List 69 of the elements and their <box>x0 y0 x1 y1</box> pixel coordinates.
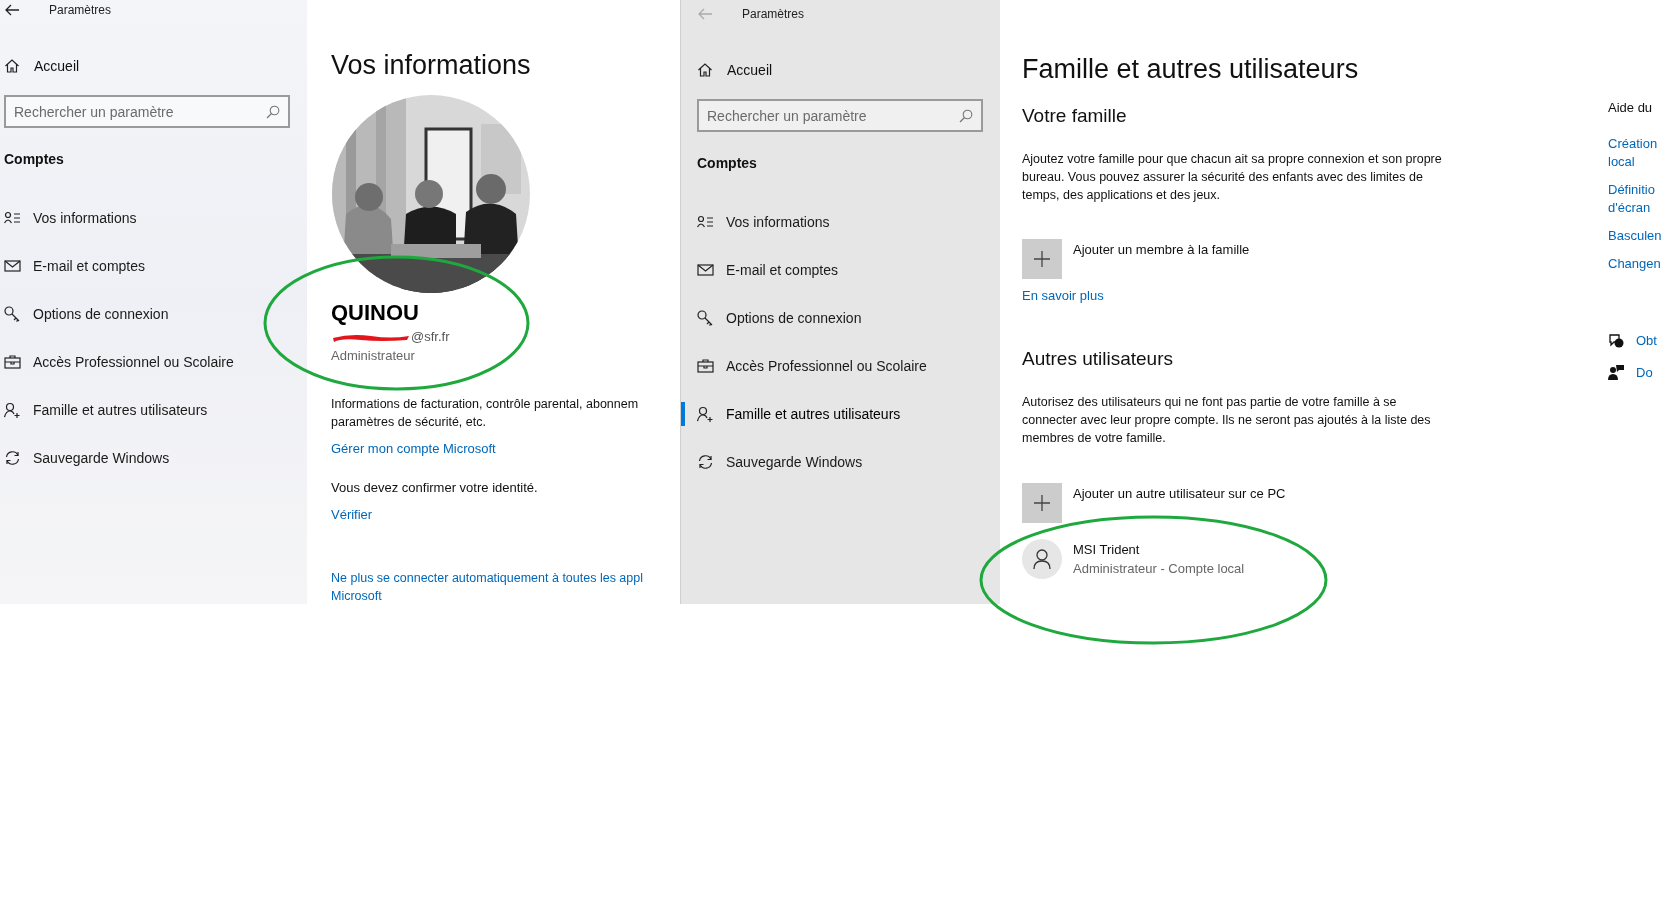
nav-item[interactable]: Vos informations <box>0 194 307 242</box>
add-button[interactable] <box>1022 239 1062 279</box>
help-link[interactable]: Changen <box>1608 255 1661 273</box>
user-entry[interactable]: MSI Trident Administrateur - Compte local <box>1022 539 1608 579</box>
nav-item[interactable]: Accès Professionnel ou Scolaire <box>0 338 307 386</box>
description-text: paramètres de sécurité, etc. <box>331 414 486 431</box>
plus-icon <box>1034 495 1050 511</box>
nav-item[interactable]: Famille et autres utilisateurs <box>0 386 307 434</box>
nav-item[interactable]: E-mail et comptes <box>681 246 1000 294</box>
user-name: MSI Trident <box>1073 541 1141 559</box>
search-field[interactable]: Rechercher un paramètre <box>697 99 983 132</box>
briefcase-icon <box>4 353 21 371</box>
section-heading: Votre famille <box>1022 104 1127 128</box>
link[interactable]: Vérifier <box>331 506 373 524</box>
link[interactable]: Microsoft <box>331 587 382 604</box>
sync-icon <box>697 453 714 471</box>
description-text: Vous devez confirmer votre identité. <box>331 479 538 497</box>
help-heading: Aide du <box>1608 99 1653 117</box>
plus-icon <box>1034 251 1050 267</box>
nav-item[interactable]: Options de connexion <box>0 290 307 338</box>
mail-icon <box>4 257 21 275</box>
link[interactable]: Gérer mon compte Microsoft <box>331 440 496 458</box>
search-icon <box>959 109 973 123</box>
help-action[interactable]: Do <box>1608 362 1669 382</box>
link[interactable]: En savoir plus <box>1022 287 1104 305</box>
account-email: @sfr.fr <box>411 328 450 347</box>
help-link[interactable]: Création local <box>1608 135 1658 171</box>
help-action[interactable]: Obt <box>1608 331 1669 351</box>
person-add-icon <box>4 401 21 419</box>
link[interactable]: Ne plus se connecter automatiquement à toutes les appl <box>331 569 643 587</box>
search-field[interactable]: Rechercher un paramètre <box>4 95 290 128</box>
home-icon <box>4 58 20 74</box>
window-title: Paramètres <box>742 6 805 23</box>
page-title: Vos informations <box>331 49 531 82</box>
window-title: Paramètres <box>49 2 112 19</box>
description-text: Autorisez des utilisateurs qui ne font pas partie de votre famille à se connecter avec leur propre compte. Ils ne seront pas ajoutés à la liste des membres de votre famille. <box>1022 394 1432 447</box>
nav-item[interactable]: Famille et autres utilisateurs <box>681 390 1000 438</box>
home-link[interactable]: Accueil <box>4 50 307 82</box>
section-heading: Comptes <box>4 150 65 169</box>
add-button[interactable] <box>1022 483 1062 523</box>
nav-item[interactable]: E-mail et comptes <box>0 242 307 290</box>
account-role: Administrateur <box>331 347 415 365</box>
add-label: Ajouter un autre utilisateur sur ce PC <box>1073 485 1286 503</box>
home-link[interactable]: Accueil <box>697 54 1000 86</box>
add-label: Ajouter un membre à la famille <box>1073 241 1250 259</box>
description-text: Ajoutez votre famille pour que chacun ait sa propre connexion et son propre bureau. Vous pouvez assurer la sécurité des enfants avec des limites de temps, des applications et des jeux. <box>1022 151 1443 204</box>
description-text: Informations de facturation, contrôle parental, abonnem <box>331 396 639 413</box>
home-icon <box>697 62 713 78</box>
key-icon <box>697 309 714 327</box>
nav-item[interactable]: Vos informations <box>681 198 1000 246</box>
account-name: QUINOU <box>331 301 419 325</box>
mail-icon <box>697 261 714 279</box>
briefcase-icon <box>697 357 714 375</box>
sync-icon <box>4 449 21 467</box>
person-icon <box>1033 549 1051 569</box>
nav-item[interactable]: Options de connexion <box>681 294 1000 342</box>
help-link[interactable]: Basculen <box>1608 227 1662 245</box>
page-title: Famille et autres utilisateurs <box>1022 53 1359 86</box>
person-chat-icon <box>1608 364 1624 381</box>
person-add-icon <box>697 405 714 423</box>
nav-item[interactable]: Accès Professionnel ou Scolaire <box>681 342 1000 390</box>
key-icon <box>4 305 21 323</box>
nav-item[interactable]: Sauvegarde Windows <box>0 434 307 482</box>
section-heading: Autres utilisateurs <box>1022 347 1173 371</box>
user-detail: Administrateur - Compte local <box>1073 560 1245 578</box>
help-link[interactable]: Définitio d'écran <box>1608 181 1655 217</box>
nav-item[interactable]: Sauvegarde Windows <box>681 438 1000 486</box>
search-icon <box>266 105 280 119</box>
section-heading: Comptes <box>697 154 758 173</box>
